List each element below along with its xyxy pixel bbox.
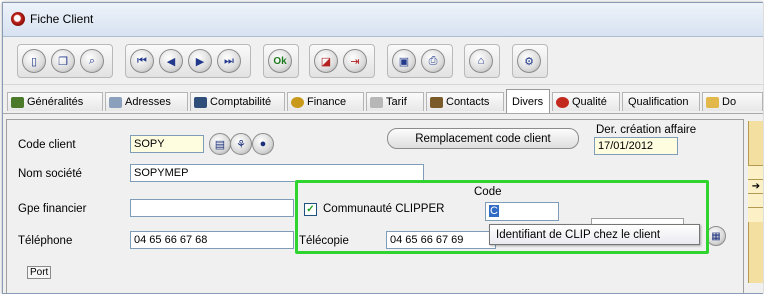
- telecopie-field[interactable]: 04 65 66 67 69: [386, 231, 496, 249]
- toolbar-group-navigation: ⏮ ◀ ▶ ⏭: [125, 44, 251, 78]
- address-card-icon: [109, 96, 122, 108]
- code-field[interactable]: C: [485, 202, 559, 221]
- code-label: Code: [474, 186, 502, 198]
- exit-icon[interactable]: ⇥: [343, 49, 367, 73]
- telephone-label: Téléphone: [18, 235, 73, 247]
- remplacement-code-client-button[interactable]: Remplacement code client: [387, 128, 579, 149]
- tab-qualite[interactable]: Qualité: [552, 92, 620, 111]
- tab-tarif[interactable]: Tarif: [366, 92, 424, 111]
- tools-icon[interactable]: ⚙: [517, 49, 541, 73]
- print-icon[interactable]: ⎙: [421, 49, 445, 73]
- new-doc-icon[interactable]: ▯: [22, 49, 46, 73]
- tree-icon[interactable]: ⚘: [230, 133, 252, 155]
- communaute-clipper-label: Communauté CLIPPER: [323, 203, 445, 215]
- telecopie-label: Télécopie: [299, 235, 349, 247]
- side-strip-cell[interactable]: [748, 207, 763, 222]
- tab-divers[interactable]: Divers: [506, 89, 550, 113]
- tooltip: Identifiant de CLIP chez le client: [489, 224, 700, 245]
- tab-generalites[interactable]: Généralités: [7, 92, 103, 111]
- der-creation-label: Der. création affaire: [596, 124, 697, 136]
- tab-qualification[interactable]: Qualification: [622, 92, 700, 111]
- nom-societe-field[interactable]: SOPYMEP: [130, 164, 424, 182]
- first-record-icon[interactable]: ⏮: [130, 49, 154, 73]
- ok-button[interactable]: Ok: [268, 49, 292, 73]
- copy-doc-icon[interactable]: ❐: [51, 49, 75, 73]
- communaute-clipper-checkbox[interactable]: ✓: [304, 203, 317, 216]
- title-bar: Fiche Client: [3, 3, 763, 37]
- quality-icon: [556, 96, 569, 108]
- tab-finance[interactable]: Finance: [287, 92, 364, 111]
- side-strip-cell[interactable]: [748, 165, 763, 180]
- port-label: Port: [27, 266, 52, 279]
- preview-icon[interactable]: ▣: [392, 49, 416, 73]
- card-icon[interactable]: ▤: [209, 133, 231, 155]
- folder-icon: [706, 96, 719, 108]
- code-client-field[interactable]: SOPY: [130, 135, 204, 153]
- people-icon: [11, 96, 24, 108]
- tab-bar: Généralités Adresses Comptabilité Financ…: [3, 89, 763, 113]
- chart-icon[interactable]: ◪: [314, 49, 338, 73]
- person-icon[interactable]: ●: [252, 133, 274, 155]
- code-value: C: [489, 205, 499, 217]
- ledger-icon: [194, 96, 207, 108]
- nom-societe-label: Nom société: [18, 168, 82, 180]
- toolbar: ▯ ❐ ⌕ ⏮ ◀ ▶ ⏭ Ok ◪ ⇥ ▣ ⎙ ⌂ ⚙: [3, 37, 763, 85]
- side-strip-arrow-icon[interactable]: ➔: [748, 179, 763, 194]
- last-record-icon[interactable]: ⏭: [217, 49, 241, 73]
- tab-comptabilite[interactable]: Comptabilité: [190, 92, 285, 111]
- tab-contacts[interactable]: Contacts: [426, 92, 504, 111]
- money-icon: [291, 96, 304, 108]
- price-tag-icon: [370, 96, 383, 108]
- gpe-financier-label: Gpe financier: [18, 203, 87, 215]
- contact-icon: [430, 96, 443, 108]
- next-record-icon[interactable]: ▶: [188, 49, 212, 73]
- window-title: Fiche Client: [30, 12, 94, 26]
- toolbar-group-delete: ⌂: [464, 44, 500, 78]
- side-strip-cell[interactable]: [748, 193, 763, 208]
- der-creation-field: 17/01/2012: [594, 137, 678, 155]
- toolbar-group-print: ▣ ⎙: [387, 44, 453, 78]
- tab-do[interactable]: Do: [702, 92, 763, 111]
- gpe-financier-field[interactable]: [130, 199, 294, 217]
- calendar-icon[interactable]: ▦: [706, 226, 726, 246]
- previous-record-icon[interactable]: ◀: [159, 49, 183, 73]
- trash-icon[interactable]: ⌂: [469, 49, 493, 73]
- search-icon[interactable]: ⌕: [80, 49, 104, 73]
- toolbar-group-tools: ⚙: [512, 44, 548, 78]
- code-client-label: Code client: [18, 139, 76, 151]
- app-icon: [11, 12, 25, 26]
- toolbar-group-actions: ◪ ⇥: [309, 44, 375, 78]
- toolbar-group-document: ▯ ❐ ⌕: [17, 44, 113, 78]
- telephone-field[interactable]: 04 65 66 67 68: [130, 231, 294, 249]
- tab-adresses[interactable]: Adresses: [105, 92, 188, 111]
- toolbar-group-validate: Ok: [263, 44, 299, 78]
